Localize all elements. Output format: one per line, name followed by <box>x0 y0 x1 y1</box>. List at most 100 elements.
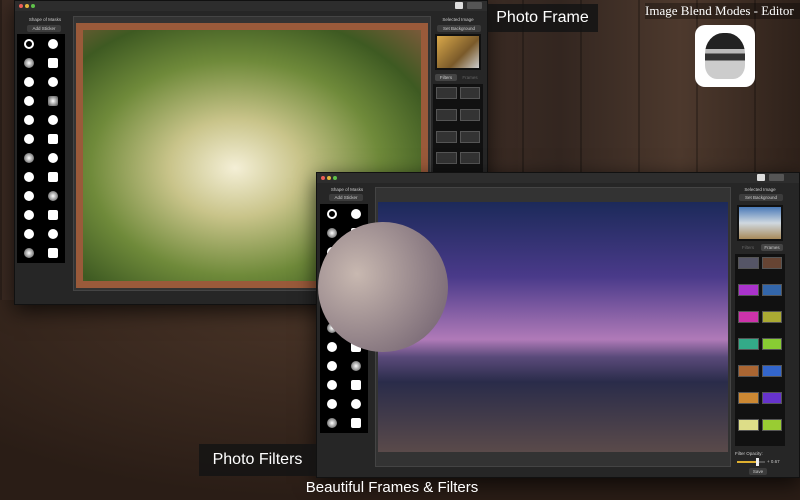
zoom-button[interactable] <box>333 176 337 180</box>
thumbnail[interactable] <box>761 392 782 404</box>
zoom-button[interactable] <box>31 4 35 8</box>
thumbnail[interactable] <box>459 87 480 99</box>
photo-filters-window: Shape of Masks Add Sticker Selected Imag… <box>316 172 800 478</box>
filter-opacity-label: Filter Opacity: <box>735 451 763 456</box>
close-button[interactable] <box>19 4 23 8</box>
circle-icon[interactable] <box>351 418 361 429</box>
none-icon[interactable] <box>327 208 337 219</box>
thumbnail[interactable] <box>459 130 480 143</box>
ring-icon[interactable] <box>48 191 58 202</box>
blur-dot-icon[interactable] <box>48 210 58 221</box>
app-icon <box>695 25 755 87</box>
ring-icon[interactable] <box>351 361 361 372</box>
flower-icon[interactable] <box>24 210 34 221</box>
save-button[interactable]: Save <box>749 468 767 475</box>
star-icon[interactable] <box>48 229 58 240</box>
print-icon[interactable] <box>455 2 463 9</box>
mask-grid <box>17 34 65 263</box>
thumbnail[interactable] <box>436 87 457 99</box>
thumbnail[interactable] <box>761 284 782 296</box>
set-background-button[interactable]: Set Background <box>739 194 783 201</box>
title-bar <box>317 173 799 183</box>
selected-image-thumbnail[interactable] <box>737 205 783 241</box>
title-bar <box>15 1 487 11</box>
square-icon[interactable] <box>24 114 34 125</box>
filter-opacity-slider[interactable] <box>737 458 765 466</box>
circle-icon[interactable] <box>48 248 58 259</box>
thumbnail[interactable] <box>459 152 480 165</box>
app-title: Image Blend Modes - Editor <box>645 3 800 19</box>
thumbnail[interactable] <box>738 338 759 350</box>
flower-icon[interactable] <box>327 380 337 391</box>
gear-icon[interactable] <box>48 133 58 144</box>
slider-fill <box>737 461 756 463</box>
sun-icon[interactable] <box>24 133 34 144</box>
close-button[interactable] <box>321 176 325 180</box>
speech-bubble-icon[interactable] <box>24 76 34 87</box>
badge-icon[interactable] <box>48 95 58 106</box>
add-sticker-button[interactable]: Add Sticker <box>329 194 363 201</box>
share-icon[interactable] <box>769 174 784 181</box>
photo-frame-caption: Photo Frame <box>487 4 598 32</box>
thumbnail[interactable] <box>761 365 782 377</box>
splash-icon[interactable] <box>327 361 337 372</box>
arrow-icon[interactable] <box>24 95 34 106</box>
add-sticker-button[interactable]: Add Sticker <box>27 25 61 32</box>
thumbnail[interactable] <box>436 108 457 121</box>
flower-icon[interactable] <box>48 38 58 49</box>
thumbnail[interactable] <box>761 257 782 269</box>
selected-image-label: Selected Image <box>744 187 776 192</box>
tab-frames[interactable]: Frames <box>761 244 783 251</box>
tab-frames[interactable]: Frames <box>459 74 481 81</box>
thumbnail[interactable] <box>738 311 759 323</box>
leaf-icon[interactable] <box>24 172 34 183</box>
planet <box>318 222 448 352</box>
thumbnail[interactable] <box>738 365 759 377</box>
thumbnail[interactable] <box>436 130 457 143</box>
beach-photo <box>318 202 728 452</box>
minimize-button[interactable] <box>327 176 331 180</box>
thumbnail[interactable] <box>738 284 759 296</box>
starburst-icon[interactable] <box>24 57 34 68</box>
feather-icon[interactable] <box>327 418 337 429</box>
circle-blur-icon[interactable] <box>48 153 58 163</box>
selected-image-label: Selected Image <box>442 17 474 22</box>
selected-image-thumbnail[interactable] <box>435 34 481 70</box>
masks-title: Shape of Masks <box>28 17 62 22</box>
star-icon[interactable] <box>351 399 361 410</box>
flower-icon[interactable] <box>327 399 337 410</box>
starburst-icon[interactable] <box>327 227 337 238</box>
share-icon[interactable] <box>467 2 482 9</box>
thumbnail[interactable] <box>459 108 480 121</box>
thumbnail[interactable] <box>436 152 457 165</box>
blur-dot-icon[interactable] <box>351 380 361 391</box>
set-background-button[interactable]: Set Background <box>437 25 481 32</box>
splash-icon[interactable] <box>24 191 34 202</box>
film-icon[interactable] <box>48 114 58 125</box>
filter-opacity-value: + 0.67 <box>767 459 780 464</box>
slider-knob[interactable] <box>755 458 759 466</box>
minimize-button[interactable] <box>25 4 29 8</box>
leaf-icon[interactable] <box>327 342 337 353</box>
thumbnail[interactable] <box>738 419 759 431</box>
thumbnail[interactable] <box>761 419 782 431</box>
flower-icon[interactable] <box>24 229 34 240</box>
tab-filters[interactable]: Filters <box>435 74 457 81</box>
footer-caption: Beautiful Frames & Filters <box>305 479 479 496</box>
flower-icon[interactable] <box>351 208 361 219</box>
feather-icon[interactable] <box>24 248 34 259</box>
frame-thumbnails <box>433 84 483 174</box>
print-icon[interactable] <box>757 174 765 181</box>
thumbnail[interactable] <box>738 392 759 404</box>
cloud-icon[interactable] <box>24 153 34 163</box>
thumbnail[interactable] <box>761 338 782 350</box>
thumbnail[interactable] <box>738 257 759 269</box>
masks-title: Shape of Masks <box>330 187 364 192</box>
tab-filters[interactable]: Filters <box>737 244 759 251</box>
rounded-rect-icon[interactable] <box>48 57 58 68</box>
ring-icon[interactable] <box>48 172 58 183</box>
thumbnail[interactable] <box>761 311 782 323</box>
soft-circle-icon[interactable] <box>48 76 58 87</box>
none-icon[interactable] <box>24 38 34 49</box>
photo-filters-caption: Photo Filters <box>199 444 316 476</box>
